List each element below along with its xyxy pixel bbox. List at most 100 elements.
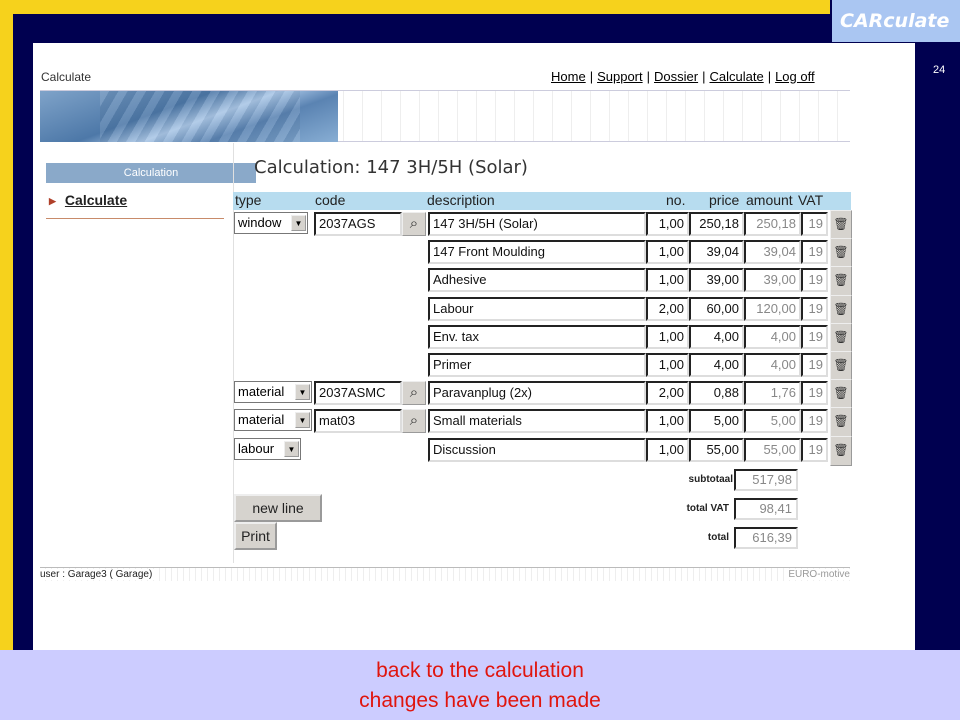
quantity-input[interactable]: 1,00 (646, 438, 689, 462)
trash-icon[interactable]: 🗑 (830, 210, 852, 240)
header-banner (40, 90, 850, 142)
col-code: code (315, 192, 346, 208)
chevron-down-icon: ▼ (295, 412, 310, 428)
caption-line-2: changes have been made (359, 689, 601, 712)
price-input[interactable]: 4,00 (689, 325, 744, 349)
app-screenshot: Calculate Home | Support | Dossier | Calculate… (33, 43, 915, 653)
slide-caption: back to the calculation changes have bee… (0, 650, 960, 720)
description-input[interactable]: Discussion (428, 438, 646, 462)
sidebar-item-calculate[interactable]: ▶ Calculate (49, 192, 127, 208)
description-input[interactable]: Primer (428, 353, 646, 377)
quantity-input[interactable]: 1,00 (646, 325, 689, 349)
amount-field: 120,00 (744, 297, 801, 321)
price-input[interactable]: 250,18 (689, 212, 744, 236)
sidebar-item-label: Calculate (64, 192, 128, 208)
trash-icon[interactable]: 🗑 (830, 295, 852, 325)
nav-home[interactable]: Home (551, 69, 586, 84)
price-input[interactable]: 39,04 (689, 240, 744, 264)
table-row: material ▼ mat03 ⌕ Small materials 1,00 5,00 5,… (234, 407, 854, 437)
top-nav: Home | Support | Dossier | Calculate | Log off (551, 69, 815, 84)
trash-icon[interactable]: 🗑 (830, 436, 852, 466)
vat-field[interactable]: 19 (801, 268, 828, 292)
total-vat-label: total VAT (686, 503, 729, 514)
vat-field[interactable]: 19 (801, 438, 828, 462)
description-input[interactable]: 147 3H/5H (Solar) (428, 212, 646, 236)
amount-field: 55,00 (744, 438, 801, 462)
vat-field[interactable]: 19 (801, 212, 828, 236)
vat-field[interactable]: 19 (801, 409, 828, 433)
table-row: window ▼ 2037AGS ⌕ 147 3H/5H (Solar) 1,00 250,… (234, 210, 854, 240)
code-input[interactable]: mat03 (314, 409, 402, 433)
price-input[interactable]: 4,00 (689, 353, 744, 377)
amount-field: 39,00 (744, 268, 801, 292)
price-input[interactable]: 55,00 (689, 438, 744, 462)
search-icon[interactable]: ⌕ (402, 212, 426, 236)
nav-support[interactable]: Support (597, 69, 643, 84)
trash-icon[interactable]: 🗑 (830, 266, 852, 296)
amount-field: 39,04 (744, 240, 801, 264)
nav-calculate[interactable]: Calculate (709, 69, 763, 84)
sidebar-divider (46, 218, 224, 219)
type-select[interactable]: window ▼ (234, 212, 308, 234)
type-select[interactable]: material ▼ (234, 381, 312, 403)
price-input[interactable]: 5,00 (689, 409, 744, 433)
description-input[interactable]: Adhesive (428, 268, 646, 292)
app-title: Calculate (41, 70, 92, 84)
vat-field[interactable]: 19 (801, 297, 828, 321)
trash-icon[interactable]: 🗑 (830, 407, 852, 437)
quantity-input[interactable]: 1,00 (646, 212, 689, 236)
code-input[interactable]: 2037AGS (314, 212, 402, 236)
nav-dossier[interactable]: Dossier (654, 69, 698, 84)
status-brand: EURO-motive (784, 569, 850, 580)
description-input[interactable]: Paravanplug (2x) (428, 381, 646, 405)
slide-top-bar (0, 0, 960, 14)
sidebar-header: Calculation (46, 163, 256, 183)
new-line-button[interactable]: new line (234, 494, 322, 522)
chevron-down-icon: ▼ (284, 441, 299, 457)
col-no: no. (666, 192, 686, 208)
quantity-input[interactable]: 1,00 (646, 268, 689, 292)
code-input[interactable]: 2037ASMC (314, 381, 402, 405)
vat-field[interactable]: 19 (801, 240, 828, 264)
type-value: window (238, 215, 282, 230)
logo-text: CARculate (840, 10, 950, 32)
search-icon[interactable]: ⌕ (402, 409, 426, 433)
price-input[interactable]: 60,00 (689, 297, 744, 321)
total-field: 616,39 (734, 527, 798, 549)
page-number: 24 (933, 64, 946, 76)
trash-icon[interactable]: 🗑 (830, 238, 852, 268)
quantity-input[interactable]: 1,00 (646, 409, 689, 433)
amount-field: 4,00 (744, 353, 801, 377)
description-input[interactable]: Labour (428, 297, 646, 321)
col-price: price (709, 192, 740, 208)
quantity-input[interactable]: 2,00 (646, 297, 689, 321)
table-row: Adhesive 1,00 39,00 39,00 19 🗑 (234, 266, 854, 296)
search-icon[interactable]: ⌕ (402, 381, 426, 405)
trash-icon[interactable]: 🗑 (830, 323, 852, 353)
print-button[interactable]: Print (234, 522, 277, 550)
status-user: user : Garage3 ( Garage) (40, 569, 157, 580)
vat-field[interactable]: 19 (801, 381, 828, 405)
trash-icon[interactable]: 🗑 (830, 351, 852, 381)
description-input[interactable]: Small materials (428, 409, 646, 433)
quantity-input[interactable]: 1,00 (646, 240, 689, 264)
quantity-input[interactable]: 2,00 (646, 381, 689, 405)
price-input[interactable]: 0,88 (689, 381, 744, 405)
nav-log-off[interactable]: Log off (775, 69, 815, 84)
price-input[interactable]: 39,00 (689, 268, 744, 292)
vat-field[interactable]: 19 (801, 353, 828, 377)
vat-field[interactable]: 19 (801, 325, 828, 349)
amount-field: 250,18 (744, 212, 801, 236)
description-input[interactable]: Env. tax (428, 325, 646, 349)
trash-icon[interactable]: 🗑 (830, 379, 852, 409)
total-vat-field: 98,41 (734, 498, 798, 520)
type-select[interactable]: material ▼ (234, 409, 312, 431)
description-input[interactable]: 147 Front Moulding (428, 240, 646, 264)
quantity-input[interactable]: 1,00 (646, 353, 689, 377)
type-select[interactable]: labour ▼ (234, 438, 301, 460)
amount-field: 4,00 (744, 325, 801, 349)
subtotal-field: 517,98 (734, 469, 798, 491)
type-value: labour (238, 441, 275, 456)
table-row: 147 Front Moulding 1,00 39,04 39,04 19 🗑 (234, 238, 854, 268)
type-value: material (238, 412, 285, 427)
